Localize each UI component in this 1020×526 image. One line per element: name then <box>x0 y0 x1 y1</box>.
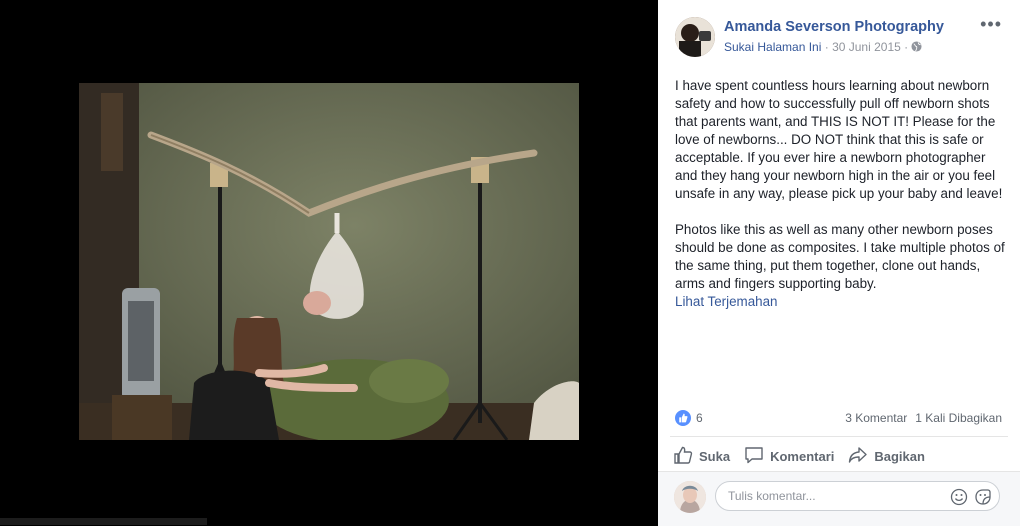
author-name-link[interactable]: Amanda Severson Photography <box>724 19 944 35</box>
engagement-counts: 3 Komentar 1 Kali Dibagikan <box>837 411 1002 425</box>
share-count-link[interactable]: 1 Kali Dibagikan <box>915 411 1002 425</box>
post-meta: Sukai Halaman Ini · 30 Juni 2015 · <box>724 40 923 54</box>
bottom-strip <box>0 518 207 525</box>
photo-viewer <box>0 0 658 525</box>
like-count: 6 <box>696 411 703 425</box>
globe-icon <box>911 40 923 54</box>
user-avatar-image <box>674 481 706 513</box>
user-avatar[interactable] <box>674 481 706 513</box>
action-bar: Suka Komentari Bagikan <box>673 446 939 467</box>
avatar-image <box>675 17 715 57</box>
comment-input[interactable] <box>726 488 940 504</box>
comment-bubble-icon <box>744 446 770 467</box>
divider <box>670 436 1008 437</box>
share-arrow-icon <box>848 446 874 467</box>
author-avatar[interactable] <box>675 17 715 57</box>
post-photo[interactable] <box>79 83 579 440</box>
see-translation-link[interactable]: Lihat Terjemahan <box>675 293 1010 311</box>
like-label: Suka <box>699 449 731 464</box>
sticker-icon[interactable] <box>974 488 992 506</box>
reaction-summary[interactable]: 6 <box>675 410 703 426</box>
post-paragraph-1: I have spent countless hours learning ab… <box>675 78 1003 201</box>
share-button[interactable]: Bagikan <box>848 446 925 467</box>
comment-input-box[interactable] <box>715 481 1000 511</box>
emoji-icon[interactable] <box>950 488 968 506</box>
post-date[interactable]: 30 Juni 2015 <box>832 40 901 54</box>
comment-label: Komentari <box>770 449 835 464</box>
like-button[interactable]: Suka <box>673 446 730 467</box>
more-options-icon[interactable]: ••• <box>980 14 1002 35</box>
share-label: Bagikan <box>874 449 925 464</box>
photo-image <box>79 83 579 440</box>
comment-button[interactable]: Komentari <box>744 446 834 467</box>
post-body: I have spent countless hours learning ab… <box>675 77 1010 311</box>
comment-count-link[interactable]: 3 Komentar <box>845 411 907 425</box>
comment-composer <box>658 471 1020 526</box>
post-paragraph-2: Photos like this as well as many other n… <box>675 222 1005 291</box>
like-page-link[interactable]: Sukai Halaman Ini <box>724 40 821 54</box>
thumbs-up-icon <box>675 410 691 426</box>
post-panel: Amanda Severson Photography Sukai Halama… <box>658 0 1020 526</box>
meta-separator: · <box>821 40 833 54</box>
meta-separator-2: · <box>900 40 912 54</box>
thumbs-up-icon <box>673 446 699 467</box>
